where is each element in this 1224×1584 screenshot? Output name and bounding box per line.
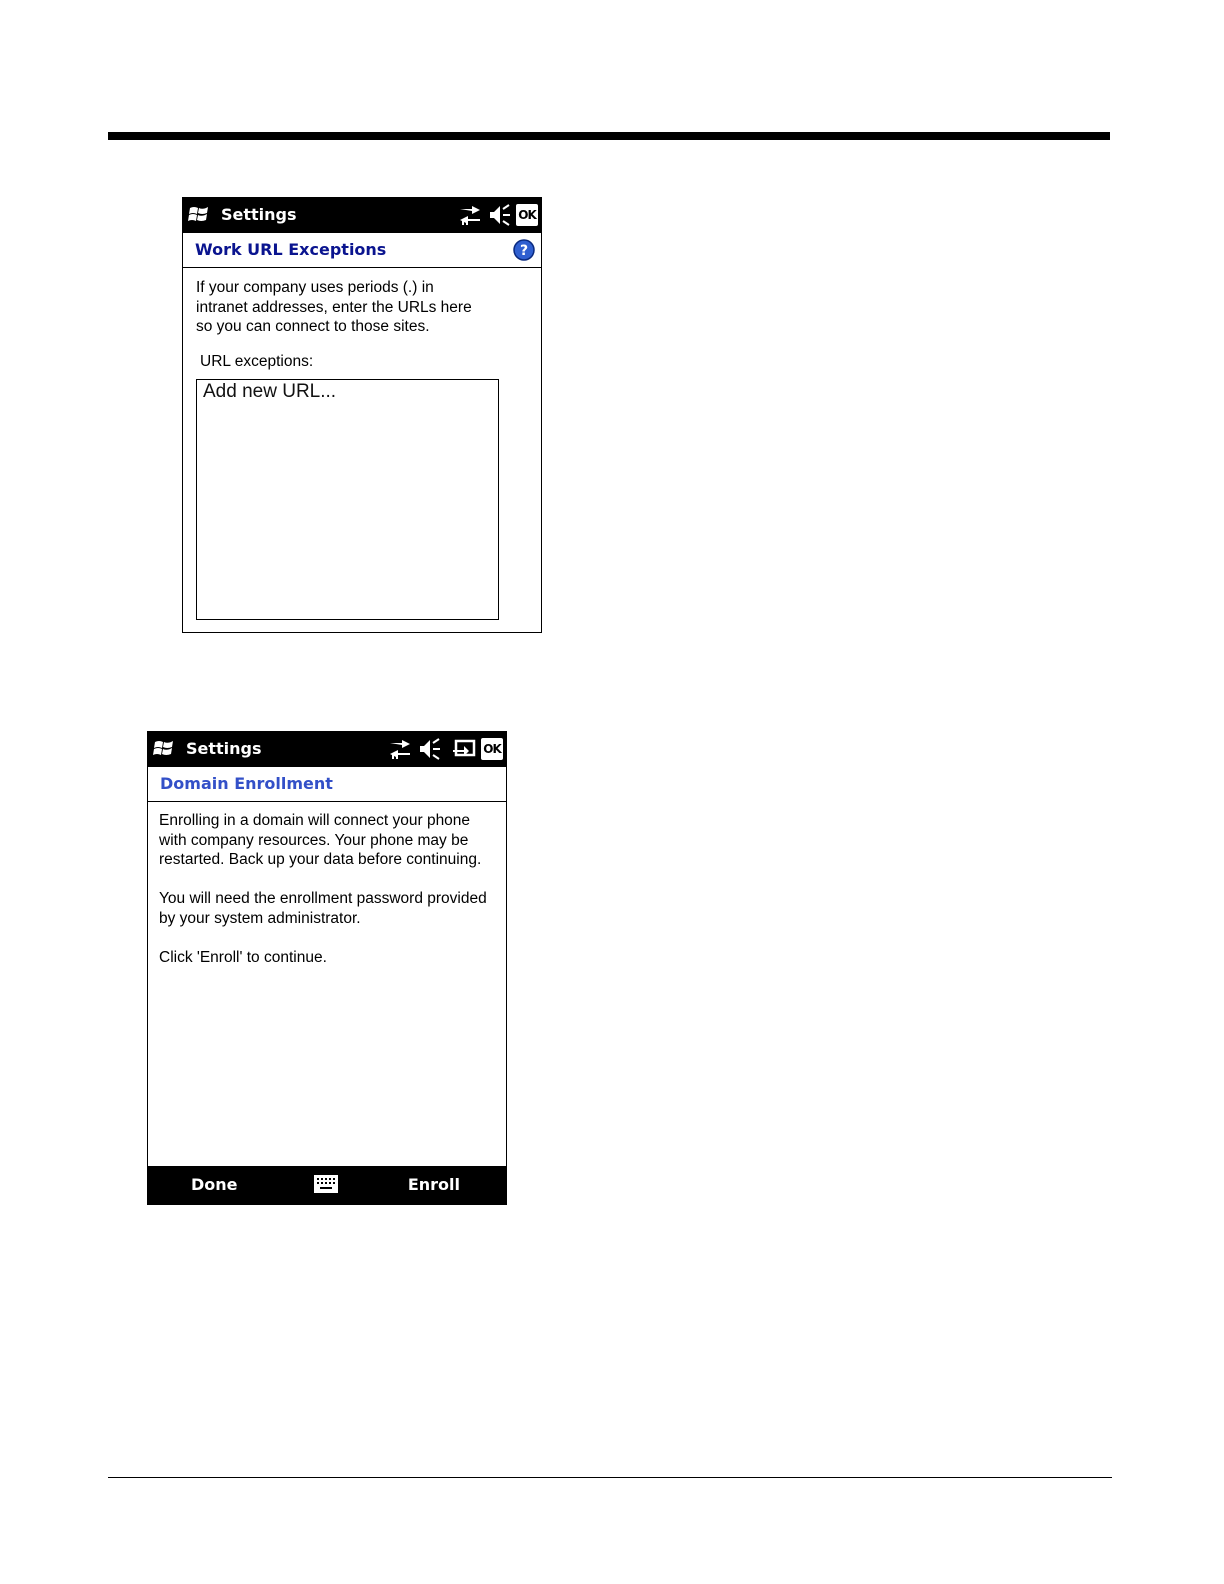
speaker-muted-icon[interactable] bbox=[487, 203, 511, 227]
description-line: so you can connect to those sites. bbox=[196, 318, 430, 335]
connectivity-icon[interactable] bbox=[388, 738, 412, 760]
svg-text:?: ? bbox=[520, 243, 528, 259]
page-title: Work URL Exceptions bbox=[195, 240, 387, 259]
paragraph-line: restarted. Back up your data before cont… bbox=[159, 851, 482, 868]
description: If your company uses periods (.) in intr… bbox=[196, 278, 536, 337]
enroll-softkey[interactable]: Enroll bbox=[408, 1175, 460, 1194]
connectivity-icon[interactable] bbox=[458, 204, 482, 226]
paragraph-line: with company resources. Your phone may b… bbox=[159, 831, 469, 849]
connection-status-icon[interactable] bbox=[452, 738, 476, 760]
speaker-muted-icon[interactable] bbox=[417, 737, 441, 761]
title-bar: Settings OK bbox=[148, 732, 506, 767]
paragraph-line: by your system administrator. bbox=[159, 909, 361, 927]
work-url-exceptions-screen: Settings OK Work URL Exceptions ? If you… bbox=[182, 197, 542, 633]
page-header: Domain Enrollment bbox=[148, 767, 506, 802]
paragraph-line: Click 'Enroll' to continue. bbox=[159, 948, 327, 966]
page-header: Work URL Exceptions ? bbox=[183, 233, 541, 268]
top-rule bbox=[108, 132, 1110, 140]
keyboard-icon[interactable] bbox=[314, 1175, 338, 1193]
help-icon[interactable]: ? bbox=[513, 239, 535, 261]
url-exceptions-list[interactable]: Add new URL... bbox=[196, 379, 499, 620]
title-bar-title: Settings bbox=[221, 205, 297, 224]
windows-start-icon[interactable] bbox=[153, 738, 175, 760]
status-icons: OK bbox=[388, 737, 503, 761]
title-bar: Settings OK bbox=[183, 198, 541, 233]
url-exceptions-label: URL exceptions: bbox=[200, 353, 314, 370]
paragraph-line: Enrolling in a domain will connect your … bbox=[159, 812, 471, 829]
page-title: Domain Enrollment bbox=[160, 774, 333, 793]
softkey-bar: Done Enroll bbox=[148, 1166, 506, 1204]
enrollment-instructions: Enrolling in a domain will connect your … bbox=[159, 811, 504, 967]
status-icons: OK bbox=[458, 203, 538, 227]
paragraph-line: You will need the enrollment password pr… bbox=[159, 890, 487, 907]
done-softkey[interactable]: Done bbox=[191, 1175, 238, 1194]
description-line: intranet addresses, enter the URLs here bbox=[196, 298, 472, 316]
bottom-rule bbox=[108, 1477, 1112, 1478]
windows-start-icon[interactable] bbox=[188, 204, 210, 226]
title-bar-title: Settings bbox=[186, 739, 262, 758]
ok-button[interactable]: OK bbox=[481, 738, 503, 760]
domain-enrollment-screen: Settings OK Domain Enrollment Enrolling … bbox=[147, 731, 507, 1205]
ok-button[interactable]: OK bbox=[516, 204, 538, 226]
description-line: If your company uses periods (.) in bbox=[196, 279, 434, 296]
add-new-url-item[interactable]: Add new URL... bbox=[203, 381, 336, 403]
